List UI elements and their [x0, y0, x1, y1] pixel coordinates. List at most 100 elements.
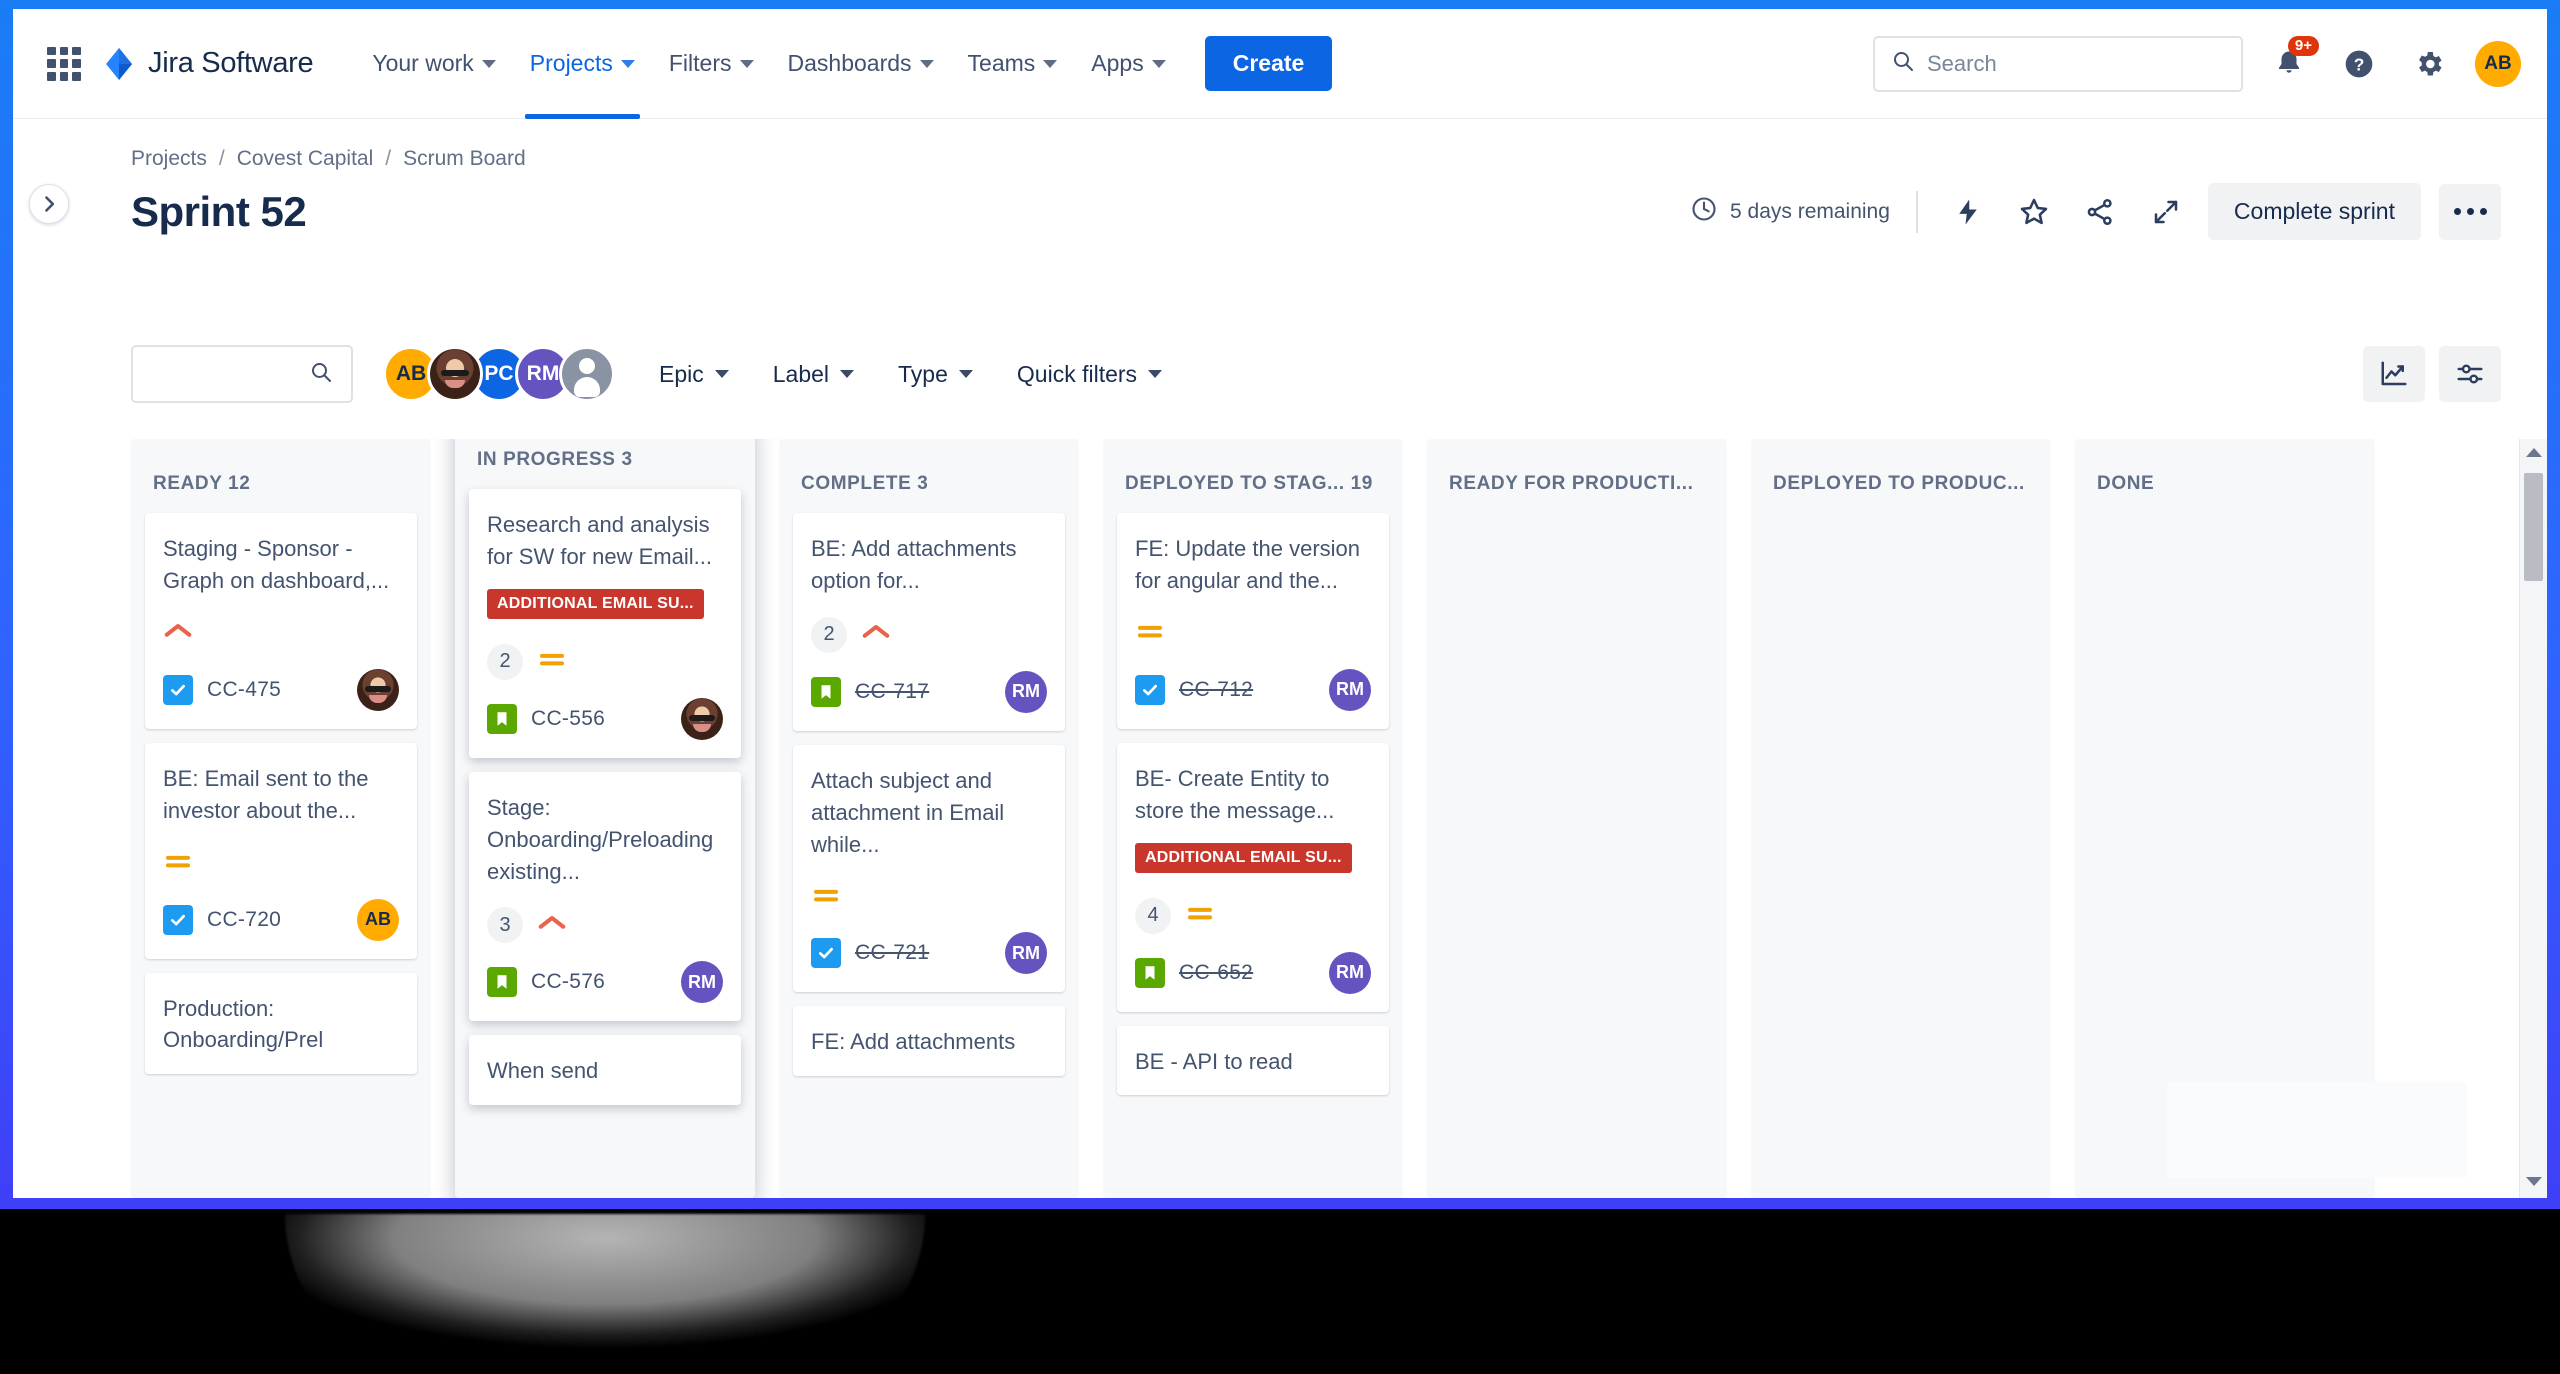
sidebar-expand-button[interactable] — [29, 184, 69, 224]
board-vertical-scrollbar[interactable] — [2519, 439, 2547, 1198]
lightning-bolt-icon[interactable] — [1944, 188, 1992, 236]
issue-key[interactable]: CC-721 — [855, 941, 929, 965]
settings-button[interactable] — [2405, 40, 2453, 88]
board-column[interactable]: IN PROGRESS 3 Research and analysis for S… — [455, 439, 755, 1198]
card-title: BE- Create Entity to store the message..… — [1135, 765, 1335, 823]
nav-projects-label: Projects — [529, 50, 613, 76]
breadcrumb: Projects / Covest Capital / Scrum Board — [131, 147, 2501, 171]
breadcrumb-separator: / — [218, 147, 225, 170]
nav-projects[interactable]: Projects — [513, 9, 652, 119]
issue-key[interactable]: CC-720 — [207, 908, 281, 932]
type-filter-dropdown[interactable]: Type — [898, 361, 973, 388]
divider — [1915, 190, 1918, 233]
assignee-avatar-filter: AB PC RM — [383, 346, 615, 402]
epic-label[interactable]: ADDITIONAL EMAIL SU... — [487, 588, 704, 619]
card-assignee-avatar[interactable]: RM — [1005, 670, 1047, 713]
breadcrumb-covest-capital[interactable]: Covest Capital — [237, 147, 374, 171]
quick-filters-dropdown[interactable]: Quick filters — [1017, 361, 1163, 388]
task-type-icon — [163, 904, 193, 935]
board-search-input[interactable] — [131, 345, 353, 403]
card-assignee-avatar[interactable]: RM — [1329, 951, 1371, 994]
card-title: Stage: Onboarding/Preloading existing... — [487, 794, 714, 884]
board-card[interactable]: BE: Add attachments option for... 2 CC-717… — [793, 513, 1065, 731]
board-column[interactable]: DEPLOYED TO PRODUC... — [1751, 439, 2051, 1198]
chart-insights-icon[interactable] — [2363, 346, 2425, 402]
expand-arrows-icon[interactable] — [2142, 188, 2190, 236]
board-card[interactable]: BE - API to read — [1117, 1025, 1389, 1096]
board-card[interactable]: FE: Update the version for angular and t… — [1117, 513, 1389, 729]
card-assignee-avatar[interactable]: RM — [681, 961, 723, 1004]
help-button[interactable]: ? — [2335, 40, 2383, 88]
search-input[interactable]: Search — [1873, 35, 2243, 92]
breadcrumb-projects[interactable]: Projects — [131, 147, 207, 171]
nav-filters[interactable]: Filters — [652, 9, 771, 119]
card-meta — [1135, 617, 1371, 651]
issue-key[interactable]: CC-712 — [1179, 678, 1253, 702]
jira-brand[interactable]: Jira Software — [103, 46, 314, 82]
board-column[interactable]: DEPLOYED TO STAG... 19 FE: Update the ver… — [1103, 439, 1403, 1198]
brand-name: Jira Software — [148, 47, 314, 79]
issue-key[interactable]: CC-652 — [1179, 961, 1253, 985]
board-tools — [2363, 346, 2501, 402]
complete-sprint-button[interactable]: Complete sprint — [2207, 183, 2421, 240]
board-column[interactable]: READY 12 Staging - Sponsor - Graph on das… — [131, 439, 431, 1198]
card-assignee-avatar[interactable]: AB — [357, 898, 399, 941]
card-title: When send — [487, 1058, 599, 1084]
nav-apps[interactable]: Apps — [1074, 9, 1182, 119]
card-assignee-avatar[interactable]: RM — [1005, 932, 1047, 975]
epic-filter-label: Epic — [659, 360, 704, 387]
issue-key[interactable]: CC-717 — [855, 680, 929, 704]
scroll-up-arrow[interactable] — [2520, 439, 2547, 465]
board-card[interactable]: BE- Create Entity to store the message..… — [1117, 742, 1389, 1012]
issue-key[interactable]: CC-556 — [531, 707, 605, 731]
card-title: FE: Update the version for angular and t… — [1135, 536, 1361, 593]
board-card[interactable]: Staging - Sponsor - Graph on dashboard,.… — [145, 513, 417, 729]
ellipsis-dot — [2453, 208, 2461, 215]
breadcrumb-separator: / — [385, 147, 392, 170]
epic-label[interactable]: ADDITIONAL EMAIL SU... — [1135, 842, 1352, 873]
global-navigation-bar: Jira Software Your work Projects Filters… — [13, 9, 2547, 119]
scrum-board[interactable]: READY 12 Staging - Sponsor - Graph on das… — [131, 439, 2547, 1198]
notifications-button[interactable]: 9+ — [2265, 35, 2319, 88]
nav-teams[interactable]: Teams — [951, 9, 1075, 119]
board-column[interactable]: READY FOR PRODUCTI... — [1427, 439, 1727, 1198]
card-title: BE - API to read — [1135, 1048, 1293, 1074]
breadcrumb-scrum-board[interactable]: Scrum Board — [403, 147, 526, 171]
chevron-down-icon — [481, 59, 496, 68]
scroll-down-arrow[interactable] — [2520, 1168, 2547, 1194]
issue-key[interactable]: CC-576 — [531, 970, 605, 994]
share-icon[interactable] — [2076, 188, 2124, 236]
board-column[interactable]: COMPLETE 3 BE: Add attachments option for… — [779, 439, 1079, 1198]
board-card[interactable]: When send — [469, 1035, 741, 1106]
chevron-down-icon — [739, 59, 754, 68]
grid-apps-icon[interactable] — [47, 46, 81, 81]
column-header: READY FOR PRODUCTI... — [1449, 473, 1694, 494]
nav-your-work[interactable]: Your work — [355, 9, 512, 119]
card-assignee-avatar[interactable] — [357, 668, 399, 711]
epic-filter-dropdown[interactable]: Epic — [659, 361, 729, 388]
column-header: COMPLETE 3 — [801, 473, 929, 494]
card-assignee-avatar[interactable]: RM — [1329, 668, 1371, 711]
card-assignee-avatar[interactable] — [681, 697, 723, 740]
board-card[interactable]: Attach subject and attachment in Email w… — [793, 744, 1065, 993]
board-card[interactable]: BE: Email sent to the investor about the… — [145, 742, 417, 959]
scroll-thumb[interactable] — [2524, 473, 2543, 581]
nav-dashboards[interactable]: Dashboards — [771, 9, 951, 119]
avatar-unassigned[interactable] — [559, 346, 615, 402]
more-actions-button[interactable] — [2439, 183, 2501, 240]
priority-medium-icon — [537, 648, 567, 675]
avatar-photo[interactable] — [427, 346, 483, 402]
board-card[interactable]: FE: Add attachments — [793, 1006, 1065, 1077]
issue-key[interactable]: CC-475 — [207, 678, 281, 702]
sliders-icon[interactable] — [2439, 346, 2501, 402]
board-card[interactable]: Stage: Onboarding/Preloading existing...… — [469, 771, 741, 1022]
user-avatar[interactable]: AB — [2475, 40, 2521, 87]
board-card[interactable]: Production: Onboarding/Prel — [145, 972, 417, 1075]
star-icon[interactable] — [2010, 188, 2058, 236]
board-card[interactable]: Research and analysis for SW for new Ema… — [469, 489, 741, 758]
ellipsis-dot — [2479, 208, 2487, 215]
column-header: DEPLOYED TO STAG... 19 — [1125, 473, 1373, 494]
create-button[interactable]: Create — [1204, 36, 1333, 91]
chevron-down-icon — [958, 370, 973, 378]
label-filter-dropdown[interactable]: Label — [773, 361, 855, 388]
